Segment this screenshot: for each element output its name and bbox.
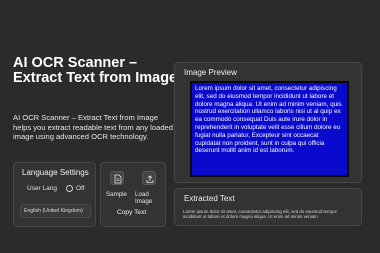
extracted-text-output[interactable]: Lorem ipsum dolor sit amet, consectetur … bbox=[183, 209, 353, 223]
preview-image: Lorem ipsum dolor sit amet, consectetur … bbox=[190, 81, 349, 177]
toggle-state-label: Off bbox=[76, 185, 85, 192]
document-icon bbox=[114, 174, 122, 184]
load-image-label[interactable]: Load Image bbox=[135, 191, 165, 205]
image-preview-panel: Image Preview Lorem ipsum dolor sit amet… bbox=[174, 62, 362, 183]
extracted-text-title: Extracted Text bbox=[184, 194, 235, 203]
user-language-label: User Language bbox=[27, 185, 57, 192]
load-image-button[interactable] bbox=[142, 171, 156, 185]
extracted-text-panel: Extracted Text Lorem ipsum dolor sit ame… bbox=[174, 188, 362, 226]
image-preview-title: Image Preview bbox=[184, 68, 237, 77]
sample-label[interactable]: Sample bbox=[106, 191, 127, 198]
language-settings-title: Language Settings bbox=[22, 168, 89, 177]
sample-button[interactable] bbox=[110, 171, 124, 185]
app-title: AI OCR Scanner – Extract Text from Image bbox=[13, 55, 178, 86]
copy-text-button[interactable]: Copy Text bbox=[117, 209, 146, 216]
actions-panel: Sample Load Image Copy Text bbox=[100, 162, 166, 227]
app-description: AI OCR Scanner – Extract Text from Image… bbox=[13, 113, 173, 142]
language-settings-panel: Language Settings User Language Off Engl… bbox=[13, 162, 96, 227]
user-language-toggle[interactable] bbox=[66, 185, 73, 192]
language-select[interactable]: English (United Kingdom) bbox=[20, 204, 91, 218]
upload-icon bbox=[146, 175, 154, 183]
